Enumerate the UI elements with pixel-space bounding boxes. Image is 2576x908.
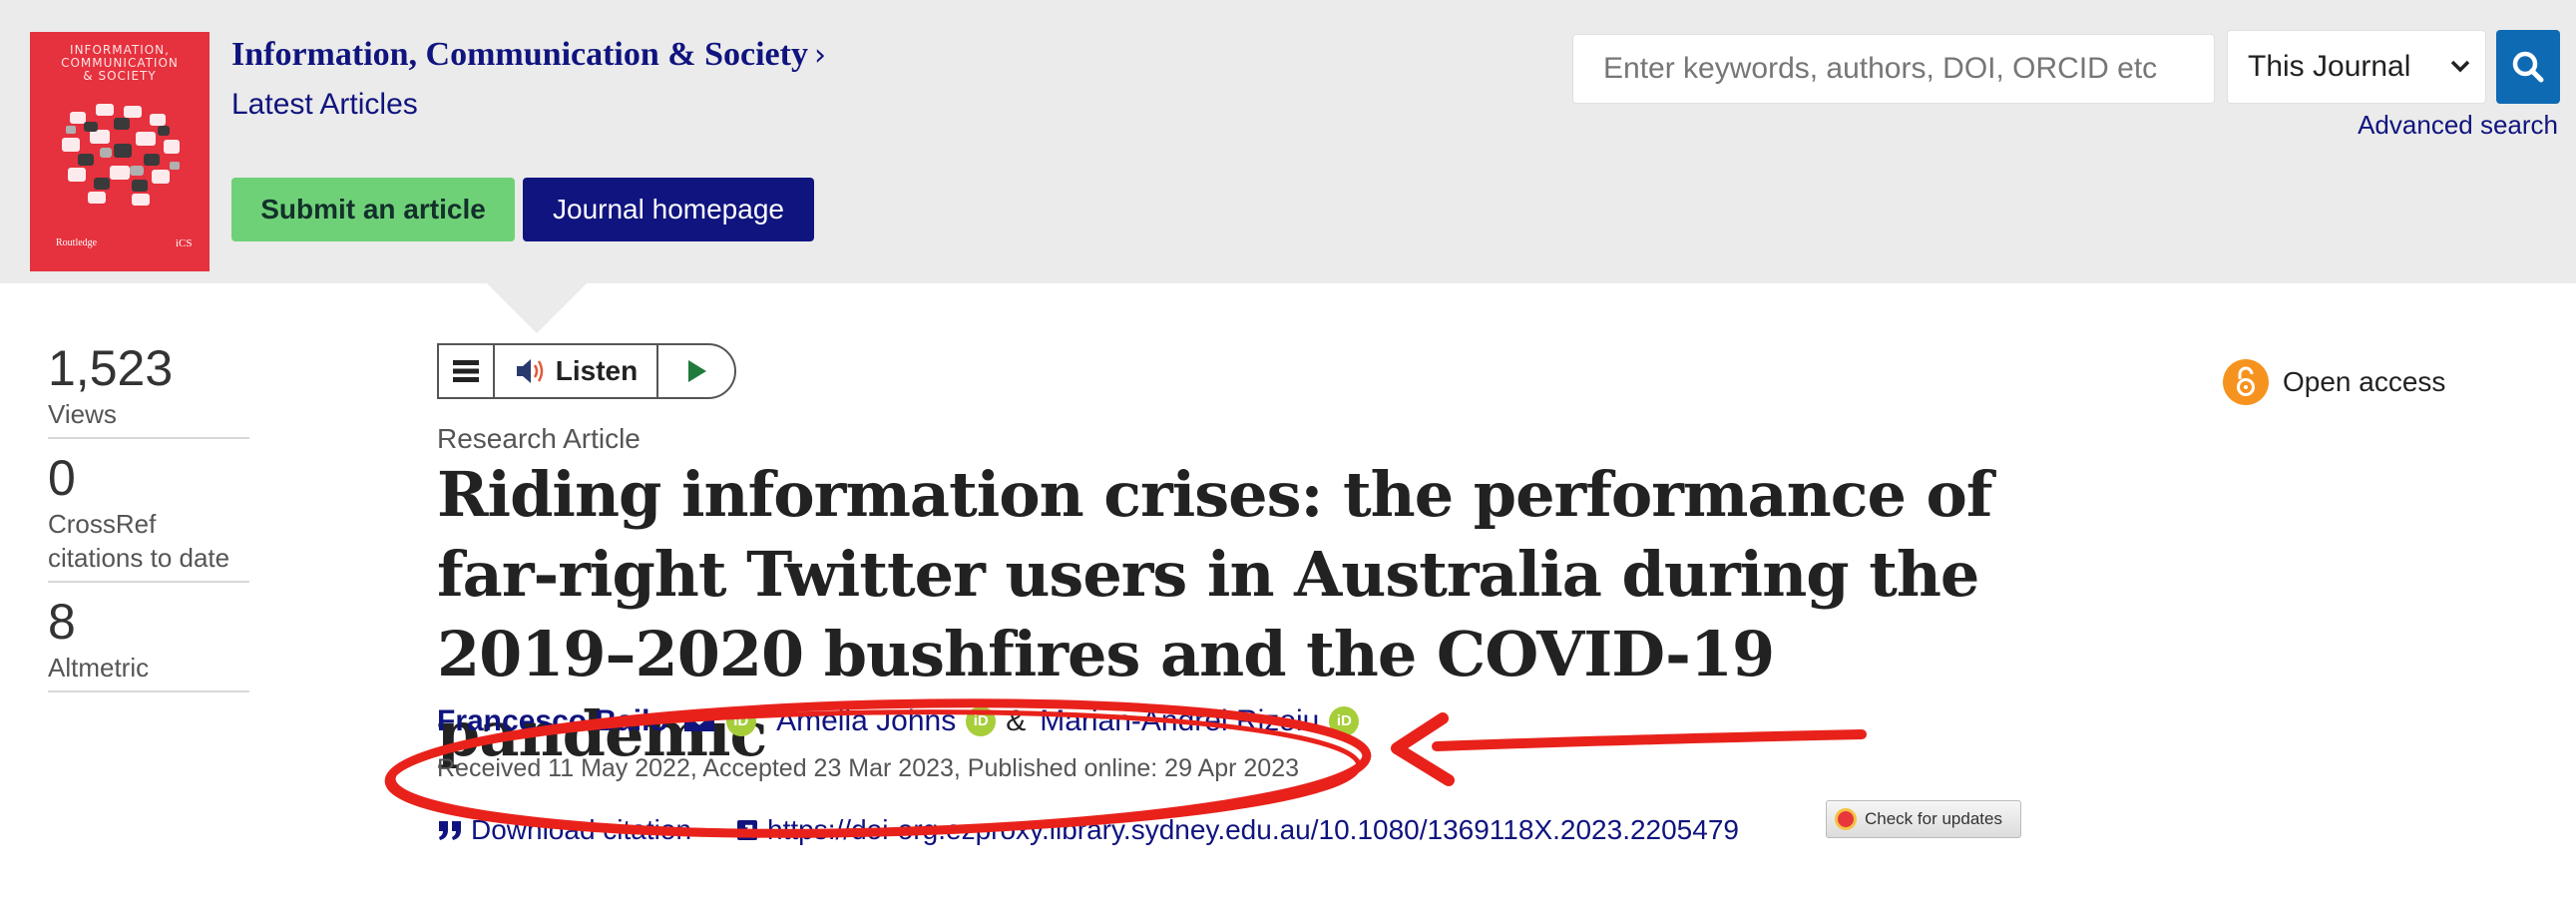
article-type: Research Article: [437, 423, 641, 454]
download-citation-link[interactable]: Download citation: [437, 814, 691, 846]
check-for-updates-label: Check for updates: [1865, 809, 2002, 828]
menu-icon: [453, 360, 479, 382]
search-icon: [2512, 51, 2544, 83]
journal-header: INFORMATION, COMMUNICATION & SOCIETY Rou…: [0, 0, 2576, 283]
submit-article-button[interactable]: Submit an article: [231, 178, 515, 241]
envelope-icon[interactable]: [682, 708, 716, 734]
metric-label: CrossRef citations to date: [48, 509, 230, 573]
speaker-icon: [516, 359, 544, 383]
author-separator: &: [1006, 704, 1027, 737]
external-link-icon: [737, 820, 758, 840]
search-scope-value: This Journal: [2248, 50, 2411, 83]
orcid-icon[interactable]: iD: [966, 706, 997, 736]
listen-menu-button[interactable]: [439, 345, 495, 397]
play-icon: [688, 360, 706, 382]
advanced-search-link[interactable]: Advanced search: [2358, 110, 2558, 141]
check-for-updates-button[interactable]: Check for updates: [1826, 800, 2021, 838]
open-access-indicator: Open access: [2223, 359, 2445, 405]
doi-link[interactable]: https://doi-org.ezproxy.library.sydney.e…: [735, 814, 1739, 846]
listen-label: Listen: [555, 355, 639, 386]
journal-title-link[interactable]: Information, Communication & Society ›: [231, 36, 826, 74]
author-link[interactable]: Marian-Andrei Rizoiu: [1040, 704, 1319, 738]
cover-title: INFORMATION, COMMUNICATION & SOCIETY: [61, 43, 179, 83]
journal-title: Information, Communication & Society: [231, 36, 808, 73]
metric-value: 0: [48, 450, 76, 506]
metric-altmetric[interactable]: 8 Altmetric: [48, 593, 249, 692]
search-scope-select[interactable]: This Journal: [2227, 30, 2486, 104]
cover-publisher: Routledge: [56, 237, 98, 248]
cover-abbr: iCS: [176, 237, 193, 249]
metric-crossref[interactable]: 0 CrossRef citations to date: [48, 449, 249, 583]
metric-views[interactable]: 1,523 Views: [48, 339, 249, 439]
play-button[interactable]: [658, 345, 734, 397]
author-link[interactable]: Amelia Johns: [776, 704, 956, 738]
quote-icon: [439, 821, 461, 840]
journal-homepage-button[interactable]: Journal homepage: [523, 178, 814, 241]
search-button[interactable]: [2496, 30, 2560, 104]
latest-articles-link[interactable]: Latest Articles: [231, 88, 418, 122]
publication-dates: Received 11 May 2022, Accepted 23 Mar 20…: [437, 754, 1300, 782]
chevron-down-icon: [2450, 60, 2470, 73]
author-separator: ,: [757, 704, 767, 737]
crossmark-icon: [1835, 808, 1857, 830]
listen-button[interactable]: Listen: [495, 345, 658, 397]
orcid-icon[interactable]: iD: [1329, 706, 1360, 736]
chevron-right-icon: ›: [813, 38, 826, 73]
author-link[interactable]: Francesco Bailo: [437, 704, 668, 738]
open-access-label: Open access: [2283, 366, 2446, 397]
listen-player: Listen: [437, 343, 736, 399]
metric-label: Altmetric: [48, 653, 150, 682]
globe-graphic: [54, 91, 186, 223]
open-lock-glyph: [2237, 366, 2255, 396]
metric-value: 1,523: [48, 340, 174, 396]
article-metrics: 1,523 Views 0 CrossRef citations to date…: [48, 339, 249, 702]
journal-cover-image[interactable]: INFORMATION, COMMUNICATION & SOCIETY Rou…: [30, 32, 210, 271]
author-list: Francesco Bailo iD , Amelia Johns iD & M…: [437, 704, 1369, 738]
download-citation-label: Download citation: [471, 814, 692, 845]
article-links: Download citation https://doi-org.ezprox…: [437, 814, 1739, 846]
metric-value: 8: [48, 594, 76, 650]
orcid-icon[interactable]: iD: [725, 706, 756, 736]
header-pointer: [487, 283, 587, 333]
search-input[interactable]: Enter keywords, authors, DOI, ORCID etc: [1572, 34, 2215, 104]
metric-label: Views: [48, 399, 117, 429]
open-access-lock-icon: [2223, 359, 2269, 405]
doi-url: https://doi-org.ezproxy.library.sydney.e…: [767, 814, 1739, 845]
